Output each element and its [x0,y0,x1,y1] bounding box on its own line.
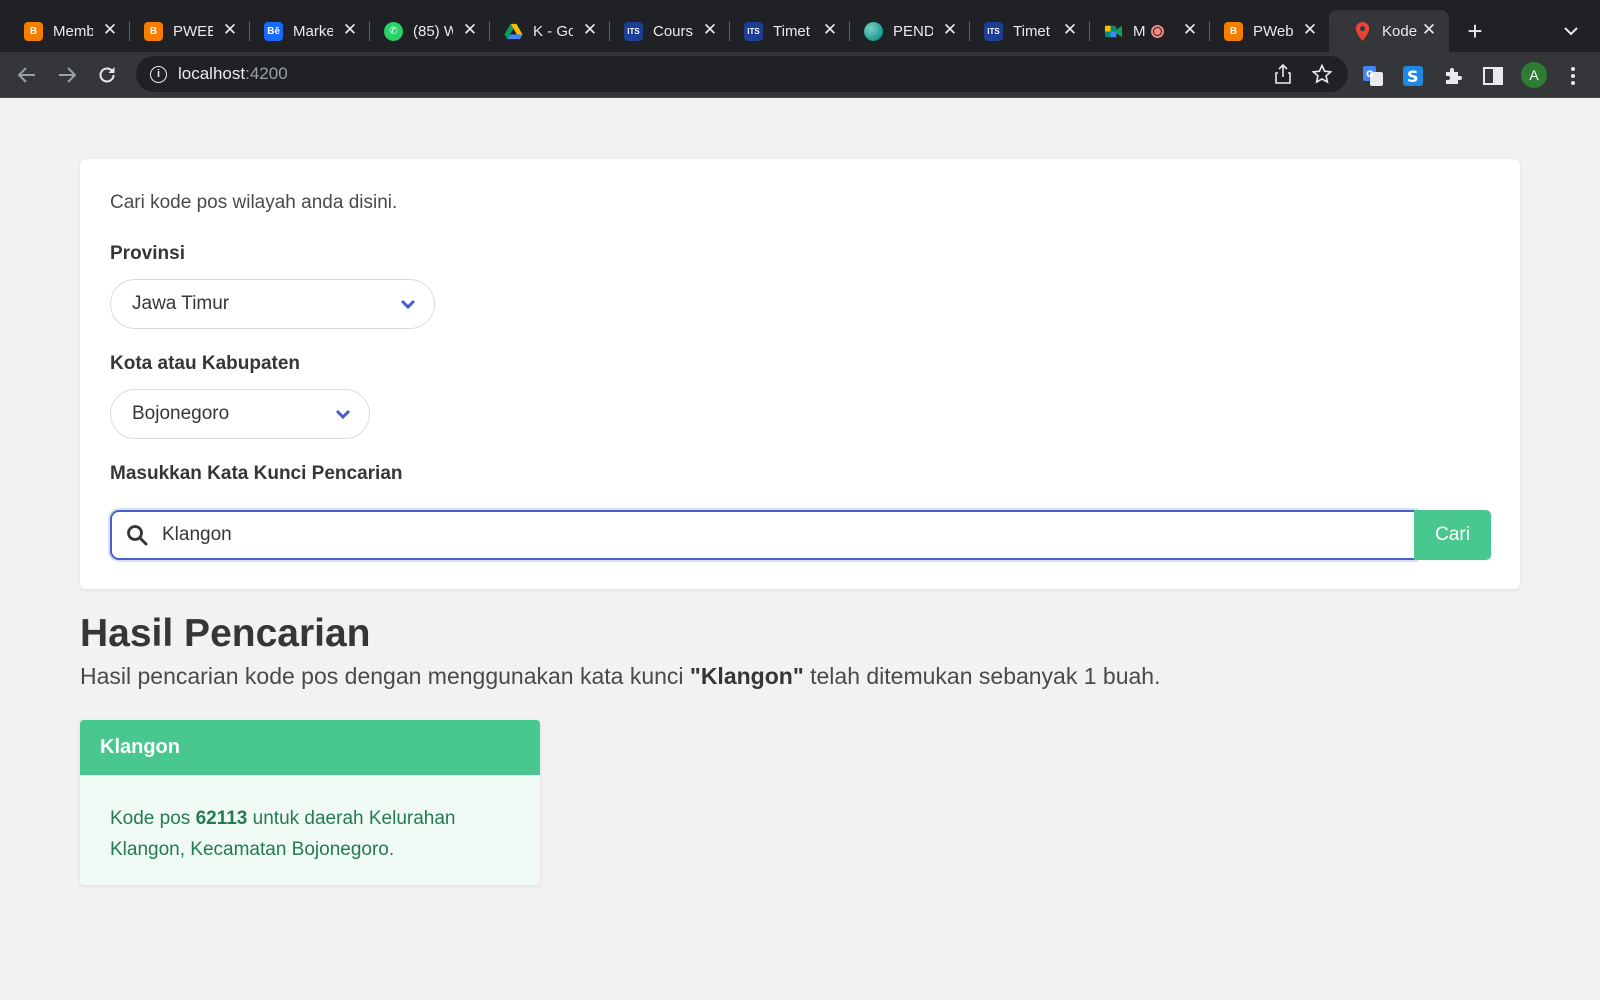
tab-title: Cours [653,22,693,40]
search-button[interactable]: Cari [1414,510,1491,560]
browser-tab[interactable]: ✆ (85) W ✕ [360,10,490,52]
browser-tab[interactable]: ITS Timet ✕ [720,10,850,52]
tab-search-button[interactable] [1556,18,1586,44]
tab-title: PEND [893,22,933,40]
browser-tab[interactable]: B Memb ✕ [0,10,130,52]
google-drive-icon [504,23,523,39]
map-pin-icon [1355,21,1370,41]
tab-title: PWeb [1253,22,1293,40]
svg-text:G: G [1366,70,1373,80]
s-extension-icon[interactable]: S [1402,65,1424,87]
browser-tab[interactable]: M ✕ [1080,10,1210,52]
results-summary: Hasil pencarian kode pos dengan mengguna… [80,663,1161,689]
profile-avatar[interactable]: A [1521,62,1547,88]
address-bar[interactable]: i localhost:4200 [136,56,1348,92]
share-icon[interactable] [1272,64,1294,84]
browser-toolbar: i localhost:4200 G S [0,52,1600,98]
tab-title: Kode [1382,22,1418,40]
back-button[interactable] [12,60,42,90]
result-card: Klangon Kode pos 62113 untuk daerah Kelu… [80,720,540,885]
its-icon: ITS [624,21,643,41]
tab-title: Timet [773,22,810,40]
new-tab-button[interactable]: + [1460,16,1490,46]
google-meet-icon [1104,25,1123,37]
forward-button[interactable] [52,60,82,90]
close-icon[interactable]: ✕ [1180,20,1200,40]
tab-title: Marke [293,22,333,40]
svg-text:S: S [1407,67,1419,86]
close-icon[interactable]: ✕ [1300,20,1320,40]
browser-tab[interactable]: B PWeb ✕ [1200,10,1330,52]
arrow-left-icon [18,67,35,83]
tab-title: Timet [1013,22,1050,40]
close-icon[interactable]: ✕ [1419,20,1439,40]
search-form-card: Cari kode pos wilayah anda disini. Provi… [80,159,1520,589]
city-select[interactable]: Bojonegoro [110,389,370,439]
globe-icon [864,21,883,41]
city-select-value: Bojonegoro [132,403,230,424]
extensions-puzzle-icon[interactable] [1442,65,1464,87]
close-icon[interactable]: ✕ [340,20,360,40]
chevron-down-icon [1564,26,1578,35]
province-select-value: Jawa Timur [132,293,230,314]
tab-title: (85) W [413,22,453,40]
blogger-icon: B [1224,21,1243,41]
chevron-down-icon [335,409,351,420]
browser-tab[interactable]: ITS Cours ✕ [600,10,730,52]
close-icon[interactable]: ✕ [820,20,840,40]
search-icon [127,525,148,546]
close-icon[interactable]: ✕ [100,20,120,40]
close-icon[interactable]: ✕ [580,20,600,40]
side-panel-icon[interactable] [1482,65,1504,87]
keyword-input[interactable] [162,524,1362,546]
tab-title: K - Go [533,22,573,40]
province-select[interactable]: Jawa Timur [110,279,435,329]
whatsapp-icon: ✆ [384,21,403,41]
keyword-search-field[interactable] [110,510,1416,560]
site-info-icon[interactable]: i [150,65,167,83]
address-url: localhost:4200 [178,64,288,83]
recording-icon [1151,24,1164,38]
its-icon: ITS [744,21,763,41]
close-icon[interactable]: ✕ [220,20,240,40]
bookmark-star-icon[interactable] [1311,64,1333,84]
close-icon[interactable]: ✕ [460,20,480,40]
reload-icon [99,67,115,83]
browser-tab[interactable]: PEND ✕ [840,10,970,52]
browser-tab[interactable]: K - Go ✕ [480,10,610,52]
google-translate-icon[interactable]: G [1362,65,1384,87]
reload-button[interactable] [92,60,122,90]
postal-code: 62113 [195,808,248,829]
blogger-icon: B [144,21,163,41]
close-icon[interactable]: ✕ [940,20,960,40]
province-label: Provinsi [110,243,185,264]
close-icon[interactable]: ✕ [1060,20,1080,40]
arrow-right-icon [59,67,76,83]
browser-tab-bar: B Memb ✕ B PWEB ✕ Bē Marke ✕ ✆ (85) W ✕ … [0,0,1600,52]
tab-title: Memb [53,22,93,40]
tab-title: M [1133,22,1145,40]
tab-title: PWEB [173,22,213,40]
results-keyword: "Klangon" [689,663,804,689]
results-title: Hasil Pencarian [80,612,371,655]
kebab-menu-icon[interactable] [1562,65,1584,87]
its-icon: ITS [984,21,1003,41]
browser-tab[interactable]: B PWEB ✕ [120,10,250,52]
keyword-label: Masukkan Kata Kunci Pencarian [110,463,403,484]
form-intro-text: Cari kode pos wilayah anda disini. [110,192,398,213]
chevron-down-icon [400,299,416,310]
result-card-body: Kode pos 62113 untuk daerah Kelurahan Kl… [110,808,456,860]
behance-icon: Bē [264,21,283,41]
close-icon[interactable]: ✕ [700,20,720,40]
blogger-icon: B [24,21,43,41]
city-label: Kota atau Kabupaten [110,353,301,374]
browser-tab-active[interactable]: Kode ✕ [1329,10,1449,52]
result-card-title: Klangon [80,720,540,775]
browser-tab[interactable]: ITS Timet ✕ [960,10,1090,52]
browser-tab[interactable]: Bē Marke ✕ [240,10,370,52]
